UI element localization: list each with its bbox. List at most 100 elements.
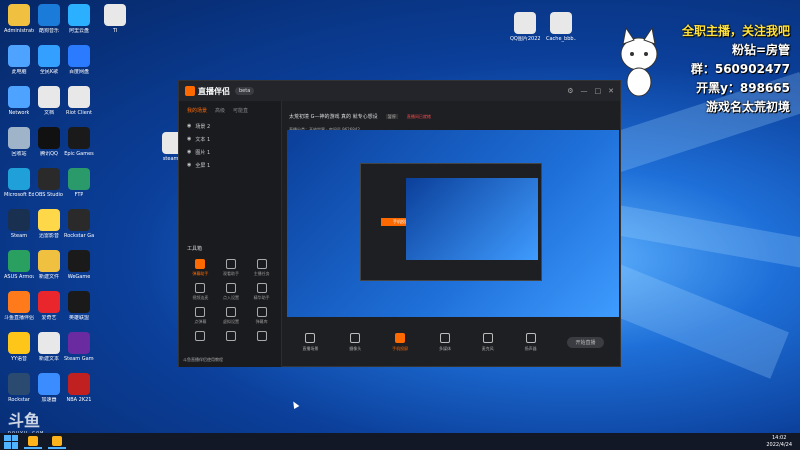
- eye-icon[interactable]: ◉: [187, 162, 191, 169]
- pause-tag[interactable]: 暂停: [385, 114, 398, 119]
- desktop-shortcut[interactable]: 此电脑: [4, 45, 34, 83]
- phone-cast-button[interactable]: 手机投屏: [392, 332, 408, 352]
- desktop-shortcut[interactable]: WeGame: [64, 250, 94, 288]
- tool-button[interactable]: 弹幕助手: [185, 259, 216, 277]
- desktop-shortcut[interactable]: QQ图片2022...: [510, 12, 540, 50]
- desktop-shortcut[interactable]: 爱奇艺: [34, 291, 64, 329]
- tool-label: 虚拟设置: [222, 319, 239, 324]
- tab-advanced[interactable]: 高级: [215, 107, 225, 114]
- desktop-icons-column-3: 阿里云盘 百度网盘 Riot Client Epic Games FTP Rockstar…: [64, 4, 94, 414]
- eye-icon[interactable]: ◉: [187, 149, 191, 156]
- maximize-icon[interactable]: □: [595, 87, 602, 95]
- windows-start-icon[interactable]: [4, 434, 18, 449]
- tool-button[interactable]: [216, 331, 247, 343]
- start-stream-button[interactable]: 开始直播: [567, 336, 604, 348]
- scene-item[interactable]: ◉ 全屏 1: [179, 159, 281, 172]
- tool-button[interactable]: 主播任务: [246, 259, 277, 277]
- desktop-shortcut[interactable]: OBS Studio: [34, 168, 64, 206]
- network-icon: [8, 86, 30, 108]
- desktop-shortcut[interactable]: 百度网盘: [64, 45, 94, 83]
- desktop-shortcut[interactable]: 回收站: [4, 127, 34, 165]
- stream-preview[interactable]: 手机投屏: [287, 130, 619, 317]
- desktop-shortcut[interactable]: YY语音: [4, 332, 34, 370]
- desktop-shortcut[interactable]: 迅雷影音: [34, 209, 64, 247]
- app-title: 直播伴侣: [198, 86, 230, 96]
- minimize-icon[interactable]: —: [581, 87, 588, 95]
- desktop-shortcut[interactable]: 斗鱼直播伴侣: [4, 291, 34, 329]
- tool-button[interactable]: [246, 331, 277, 343]
- tool-button[interactable]: 观看助手: [216, 259, 247, 277]
- taskbar-app-folder[interactable]: [48, 434, 66, 449]
- desktop-shortcut-label: 全民K歌: [39, 69, 59, 75]
- desktop-shortcut[interactable]: 阿里云盘: [64, 4, 94, 42]
- eye-icon[interactable]: ◉: [187, 136, 191, 143]
- desktop-shortcut[interactable]: FTP: [64, 168, 94, 206]
- microphone-button[interactable]: 麦克风: [482, 332, 494, 352]
- music-icon: [38, 45, 60, 67]
- tool-button[interactable]: [185, 331, 216, 343]
- scene-item[interactable]: ◉ 图片 1: [179, 146, 281, 159]
- desktop-shortcut[interactable]: 加速器: [34, 373, 64, 411]
- tool-button[interactable]: 点入设置: [216, 283, 247, 301]
- streamer-info-overlay: 全职主播，关注我吧 粉钻=房管 群：560902477 开黑y：898665 游…: [610, 22, 790, 117]
- desktop-shortcut[interactable]: 英雄联盟: [64, 291, 94, 329]
- tool-button[interactable]: 点弹幕: [185, 307, 216, 325]
- file-icon: [38, 250, 60, 272]
- desktop-shortcut[interactable]: Epic Games: [64, 127, 94, 165]
- desktop-shortcut[interactable]: Administrator: [4, 4, 34, 42]
- desktop-shortcut[interactable]: ASUS Armoury: [4, 250, 34, 288]
- toolbox-title: 工具箱: [187, 246, 203, 252]
- douyu-live-companion-window[interactable]: 直播伴侣 beta ⚙ — □ ✕ 我的场景 高级 可能直 ◉ 场景 2 ◉ 文本 …: [178, 80, 621, 367]
- desktop-shortcut[interactable]: Rockstar Games: [64, 209, 94, 247]
- desktop-shortcut[interactable]: Rockstar: [4, 373, 34, 411]
- tool-button[interactable]: 精华助手: [246, 283, 277, 301]
- desktop-shortcut[interactable]: 新建文本: [34, 332, 64, 370]
- desktop-shortcut-label: TI: [112, 28, 118, 34]
- media-button[interactable]: 多媒体: [439, 332, 451, 352]
- tool-icon: [256, 307, 267, 317]
- image-file-icon: [514, 12, 536, 34]
- tool-button[interactable]: 弹幕库: [246, 307, 277, 325]
- speaker-icon: [525, 332, 536, 343]
- stream-header: 太荒初境 G—神的游戏 真的 就专心想设 暂停 直播间已就绪 直播分类：开放世界…: [289, 103, 610, 132]
- tool-icon: [225, 259, 236, 269]
- camera-button[interactable]: 摄像头: [349, 332, 361, 352]
- taskbar-app-douyu[interactable]: [24, 434, 42, 449]
- tab-my-scenes[interactable]: 我的场景: [187, 107, 207, 114]
- desktop-shortcut[interactable]: 全民K歌: [34, 45, 64, 83]
- desktop-shortcut[interactable]: Steam: [4, 209, 34, 247]
- desktop-shortcut[interactable]: Riot Client: [64, 86, 94, 124]
- desktop-shortcut[interactable]: 文档: [34, 86, 64, 124]
- app-titlebar[interactable]: 直播伴侣 beta ⚙ — □ ✕: [179, 81, 620, 101]
- tool-label: 视频连麦: [192, 295, 209, 300]
- desktop-shortcut-label: 新建文本: [38, 356, 59, 362]
- tab-other[interactable]: 可能直: [233, 107, 248, 114]
- desktop-shortcut[interactable]: Microsoft Edge: [4, 168, 34, 206]
- desktop-shortcut[interactable]: 腾讯QQ: [34, 127, 64, 165]
- desktop-shortcut[interactable]: 酷狗音乐: [34, 4, 64, 42]
- tool-button[interactable]: 虚拟设置: [216, 307, 247, 325]
- speaker-button[interactable]: 扬声器: [525, 332, 537, 352]
- desktop-icons-extra-a: TI: [100, 4, 130, 45]
- desktop-shortcut[interactable]: Steam Game: [64, 332, 94, 370]
- tool-button[interactable]: 视频连麦: [185, 283, 216, 301]
- epic-icon: [68, 127, 90, 149]
- text-file-icon: [38, 332, 60, 354]
- scene-button[interactable]: 直播场景: [302, 332, 318, 352]
- settings-icon[interactable]: ⚙: [567, 87, 573, 95]
- scene-item[interactable]: ◉ 文本 1: [179, 133, 281, 146]
- close-icon[interactable]: ✕: [608, 87, 614, 95]
- eye-icon[interactable]: ◉: [187, 123, 191, 130]
- tutorial-link[interactable]: 斗鱼直播伴侣使用教程: [183, 357, 223, 363]
- app-logo: 直播伴侣: [185, 86, 230, 97]
- desktop-shortcut[interactable]: Network: [4, 86, 34, 124]
- desktop-shortcut[interactable]: Cache_bbb...: [546, 12, 576, 50]
- stream-title[interactable]: 太荒初境 G—神的游戏 真的 就专心想设: [289, 114, 378, 120]
- scene-item[interactable]: ◉ 场景 2: [179, 120, 281, 133]
- desktop-shortcut[interactable]: 新建文件: [34, 250, 64, 288]
- desktop-shortcut[interactable]: TI: [100, 4, 130, 42]
- system-clock[interactable]: 14:02 2022/4/24: [766, 435, 792, 449]
- desktop-shortcut-label: 酷狗音乐: [38, 28, 59, 34]
- desktop-icons-column-2: 酷狗音乐全民K歌文档 腾讯QQ OBS Studio 迅雷影音 新建文件 爱奇艺新建文本加…: [34, 4, 64, 414]
- desktop-shortcut[interactable]: NBA 2K21: [64, 373, 94, 411]
